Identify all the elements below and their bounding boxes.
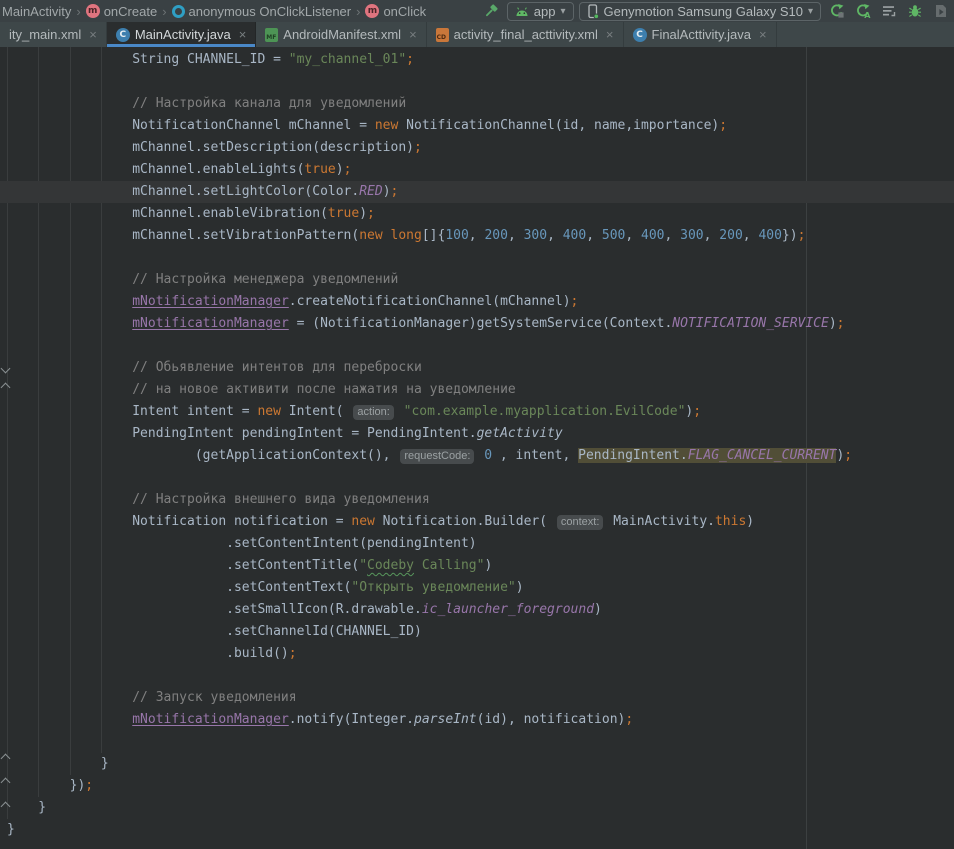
tab-activity-main-xml[interactable]: ity_main.xml ×: [0, 22, 107, 47]
bug-icon: [907, 3, 923, 19]
code-line: [0, 71, 954, 93]
code-line: mNotificationManager.notify(Integer.pars…: [0, 709, 954, 731]
profile-button[interactable]: [930, 1, 951, 21]
code-line: mChannel.setDescription(description);: [0, 137, 954, 159]
code-line: .setChannelId(CHANNEL_ID): [0, 621, 954, 643]
code-line: [0, 731, 954, 753]
editor-tab-bar: ity_main.xml × C MainActivity.java × MF …: [0, 22, 954, 47]
android-studio-window: MainActivity › m onCreate › anonymous On…: [0, 0, 954, 849]
list-icon: [881, 3, 897, 19]
apply-code-changes-icon: A: [855, 3, 871, 19]
device-select[interactable]: Genymotion Samsung Galaxy S10 ▾: [579, 2, 821, 21]
code-line: // Запуск уведомления: [0, 687, 954, 709]
breadcrumb-item-onclick[interactable]: m onClick: [365, 4, 426, 19]
code-line: Notification notification = new Notifica…: [0, 511, 954, 533]
code-line: }: [0, 819, 954, 841]
code-line: // Настройка канала для уведомлений: [0, 93, 954, 115]
rerun-icon: [829, 3, 845, 19]
code-line: .setContentTitle("Codeby Calling"): [0, 555, 954, 577]
breadcrumb-separator: ›: [162, 4, 166, 19]
code-editor[interactable]: String CHANNEL_ID = "my_channel_01"; // …: [0, 47, 954, 849]
close-icon[interactable]: ×: [239, 28, 247, 41]
device-label: Genymotion Samsung Galaxy S10: [604, 4, 803, 19]
breadcrumb-label: anonymous OnClickListener: [189, 4, 352, 19]
android-icon: [515, 6, 529, 17]
code-line: }: [0, 797, 954, 819]
code-lines: String CHANNEL_ID = "my_channel_01"; // …: [0, 47, 954, 841]
code-line: mNotificationManager = (NotificationMana…: [0, 313, 954, 335]
java-class-icon: C: [116, 28, 130, 42]
build-variants-button[interactable]: [878, 1, 899, 21]
breadcrumb-item-oncreate[interactable]: m onCreate: [86, 4, 157, 19]
code-line: mNotificationManager.createNotificationC…: [0, 291, 954, 313]
run-configuration-select[interactable]: app ▾: [507, 2, 574, 21]
tab-label: activity_final_acttivity.xml: [454, 27, 598, 42]
code-line: // Настройка менеджера уведомлений: [0, 269, 954, 291]
debug-button[interactable]: [904, 1, 925, 21]
phone-icon: [587, 4, 599, 19]
hammer-icon: [483, 3, 499, 19]
tab-label: AndroidManifest.xml: [283, 27, 401, 42]
code-line: }: [0, 753, 954, 775]
navigation-bar: MainActivity › m onCreate › anonymous On…: [0, 0, 954, 22]
code-line: mChannel.enableVibration(true);: [0, 203, 954, 225]
tab-label: FinalActtivity.java: [652, 27, 751, 42]
java-class-icon: C: [633, 28, 647, 42]
breadcrumb-item-mainactivity[interactable]: MainActivity: [2, 4, 71, 19]
code-line: // Настройка внешнего вида уведомления: [0, 489, 954, 511]
code-line: // Обьявление интентов для переброски: [0, 357, 954, 379]
code-line: [0, 335, 954, 357]
code-line: mChannel.setVibrationPattern(new long[]{…: [0, 225, 954, 247]
close-icon[interactable]: ×: [759, 28, 767, 41]
method-icon: m: [365, 4, 379, 18]
code-line: [0, 247, 954, 269]
tab-mainactivity-java[interactable]: C MainActivity.java ×: [107, 22, 256, 47]
breadcrumb-label: onCreate: [104, 4, 157, 19]
code-line: [0, 665, 954, 687]
run-toolbar: app ▾ Genymotion Samsung Galaxy S10 ▾: [481, 1, 954, 21]
code-line: String CHANNEL_ID = "my_channel_01";: [0, 49, 954, 71]
code-line: Intent intent = new Intent( action: "com…: [0, 401, 954, 423]
breadcrumb-separator: ›: [356, 4, 360, 19]
code-line: mChannel.setLightColor(Color.RED);: [0, 181, 954, 203]
breadcrumb: MainActivity › m onCreate › anonymous On…: [0, 4, 426, 19]
code-line: .setSmallIcon(R.drawable.ic_launcher_for…: [0, 599, 954, 621]
run-configuration-label: app: [534, 4, 556, 19]
breadcrumb-label: onClick: [383, 4, 426, 19]
tab-activity-final-acttivity-xml[interactable]: CD activity_final_acttivity.xml ×: [427, 22, 624, 47]
code-line: PendingIntent pendingIntent = PendingInt…: [0, 423, 954, 445]
code-line: [0, 467, 954, 489]
breadcrumb-separator: ›: [76, 4, 80, 19]
code-line: // на новое активити после нажатия на ув…: [0, 379, 954, 401]
tab-finalacttivity-java[interactable]: C FinalActtivity.java ×: [624, 22, 777, 47]
code-line: .setContentIntent(pendingIntent): [0, 533, 954, 555]
close-icon[interactable]: ×: [409, 28, 417, 41]
breadcrumb-label: MainActivity: [2, 4, 71, 19]
code-line: });: [0, 775, 954, 797]
close-icon[interactable]: ×: [89, 28, 97, 41]
code-line: .build();: [0, 643, 954, 665]
apply-code-changes-button[interactable]: A: [852, 1, 873, 21]
chevron-down-icon: ▾: [808, 6, 813, 17]
tab-androidmanifest-xml[interactable]: MF AndroidManifest.xml ×: [256, 22, 426, 47]
tab-label: MainActivity.java: [135, 27, 231, 42]
svg-text:A: A: [864, 11, 871, 19]
build-hammer-button[interactable]: [481, 1, 502, 21]
method-icon: m: [86, 4, 100, 18]
chevron-down-icon: ▾: [561, 6, 566, 17]
profiler-icon: [933, 3, 949, 19]
code-line: NotificationChannel mChannel = new Notif…: [0, 115, 954, 137]
layout-file-icon: CD: [436, 28, 449, 42]
close-icon[interactable]: ×: [606, 28, 614, 41]
breadcrumb-item-anonymous-listener[interactable]: anonymous OnClickListener: [172, 4, 352, 19]
manifest-file-icon: MF: [265, 28, 278, 42]
code-line: .setContentText("Открыть уведомление"): [0, 577, 954, 599]
tab-label: ity_main.xml: [9, 27, 81, 42]
anonymous-class-icon: [172, 5, 185, 18]
apply-changes-restart-button[interactable]: [826, 1, 847, 21]
code-line: mChannel.enableLights(true);: [0, 159, 954, 181]
code-line: (getApplicationContext(), requestCode: 0…: [0, 445, 954, 467]
